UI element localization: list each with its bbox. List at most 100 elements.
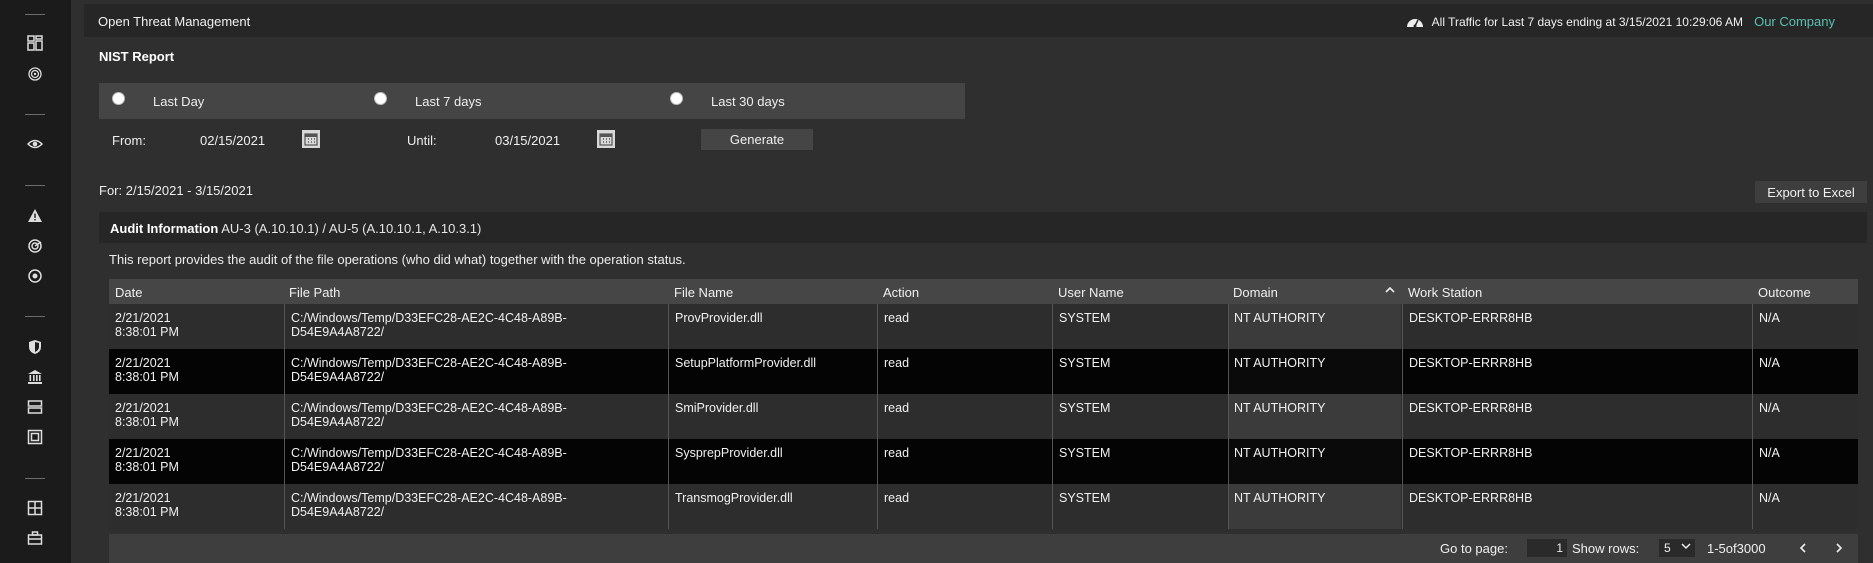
cell-date: 2/21/2021 8:38:01 PM	[115, 446, 179, 474]
radio-last-7-days[interactable]	[374, 92, 387, 105]
cell-date-line: 8:38:01 PM	[115, 460, 179, 474]
radio-button[interactable]	[670, 92, 683, 105]
cell-domain-line: NT AUTHORITY	[1234, 401, 1326, 415]
cell-outcome: N/A	[1759, 311, 1780, 325]
column-divider	[1752, 484, 1753, 529]
chevron-right-icon	[1836, 543, 1843, 553]
table-row[interactable]: 2/21/2021 8:38:01 PM C:/Windows/Temp/D33EF…	[109, 304, 1858, 349]
dashboard-icon[interactable]	[24, 32, 46, 54]
from-label: From:	[112, 133, 146, 148]
page-range-text: 1-5of3000	[1707, 541, 1766, 556]
report-icon[interactable]	[24, 426, 46, 448]
bank-icon[interactable]	[24, 366, 46, 388]
radio-button[interactable]	[112, 92, 125, 105]
cell-domain-line: NT AUTHORITY	[1234, 311, 1326, 325]
column-divider	[668, 304, 669, 349]
page-title: NIST Report	[99, 49, 175, 64]
cell-action: read	[884, 491, 909, 505]
cell-file-path: C:/Windows/Temp/D33EFC28-AE2C-4C48-A89B-…	[291, 491, 567, 519]
cell-date: 2/21/2021 8:38:01 PM	[115, 491, 179, 519]
cell-work-station: DESKTOP-ERRR8HB	[1409, 491, 1532, 505]
page-number-input[interactable]: 1	[1527, 539, 1567, 557]
previous-page-button[interactable]	[1795, 539, 1811, 557]
until-date-input[interactable]: 03/15/2021	[492, 129, 596, 151]
column-divider	[1752, 349, 1753, 394]
radar-icon[interactable]	[24, 235, 46, 257]
column-divider	[1402, 439, 1403, 484]
cell-work-station-line: DESKTOP-ERRR8HB	[1409, 401, 1533, 415]
column-header-domain[interactable]: Domain	[1233, 285, 1278, 300]
cell-file-path-line: C:/Windows/Temp/D33EFC28-AE2C-4C48-A89B-	[291, 356, 567, 370]
go-to-page-label: Go to page:	[1440, 541, 1508, 556]
fingerprint-icon[interactable]	[24, 63, 46, 85]
cell-outcome-line: N/A	[1759, 401, 1780, 415]
eye-icon[interactable]	[24, 133, 46, 155]
table-row[interactable]: 2/21/2021 8:38:01 PM C:/Windows/Temp/D33EF…	[109, 394, 1858, 439]
toolbox-icon[interactable]	[24, 527, 46, 549]
cell-user-name-line: SYSTEM	[1059, 446, 1111, 460]
cell-work-station-line: DESKTOP-ERRR8HB	[1409, 356, 1533, 370]
column-header-action[interactable]: Action	[883, 285, 919, 300]
cell-file-path-line: D54E9A4A8722/	[291, 325, 385, 339]
column-divider	[1052, 304, 1053, 349]
cell-user-name: SYSTEM	[1059, 356, 1110, 370]
cell-user-name: SYSTEM	[1059, 401, 1110, 415]
generate-button[interactable]: Generate	[701, 129, 813, 150]
calendar-icon[interactable]	[302, 130, 320, 148]
column-divider	[1402, 349, 1403, 394]
radio-label-last-day: Last Day	[153, 94, 205, 109]
cell-user-name-line: SYSTEM	[1059, 356, 1111, 370]
column-header-file-name[interactable]: File Name	[674, 285, 733, 300]
sort-ascending-icon[interactable]	[1385, 285, 1395, 295]
cell-file-path: C:/Windows/Temp/D33EFC28-AE2C-4C48-A89B-…	[291, 311, 567, 339]
grid-plus-icon[interactable]	[24, 497, 46, 519]
cell-action: read	[884, 356, 909, 370]
date-range-panel: Last Day Last 7 days Last 30 days	[99, 83, 965, 119]
radio-last-30-days[interactable]	[670, 92, 683, 105]
export-to-excel-button[interactable]: Export to Excel	[1755, 181, 1867, 203]
cell-date: 2/21/2021 8:38:01 PM	[115, 311, 179, 339]
column-divider	[1402, 394, 1403, 439]
column-header-outcome[interactable]: Outcome	[1758, 285, 1811, 300]
cell-file-path-line: D54E9A4A8722/	[291, 370, 385, 384]
table-row[interactable]: 2/21/2021 8:38:01 PM C:/Windows/Temp/D33EF…	[109, 439, 1858, 484]
column-header-work-station[interactable]: Work Station	[1408, 285, 1482, 300]
cell-user-name-line: SYSTEM	[1059, 491, 1111, 505]
table-row[interactable]: 2/21/2021 8:38:01 PM C:/Windows/Temp/D33EF…	[109, 349, 1858, 394]
column-header-date[interactable]: Date	[115, 285, 142, 300]
radio-button[interactable]	[374, 92, 387, 105]
table-row[interactable]: 2/21/2021 8:38:01 PM C:/Windows/Temp/D33EF…	[109, 484, 1858, 529]
alert-triangle-icon[interactable]	[24, 205, 46, 227]
radio-last-day[interactable]	[112, 92, 125, 105]
cell-file-path: C:/Windows/Temp/D33EFC28-AE2C-4C48-A89B-…	[291, 356, 567, 384]
column-divider	[1752, 304, 1753, 349]
cell-file-path-line: D54E9A4A8722/	[291, 460, 385, 474]
radio-label-last-7-days: Last 7 days	[415, 94, 482, 109]
column-header-user-name[interactable]: User Name	[1058, 285, 1124, 300]
chevron-down-icon	[1681, 543, 1691, 550]
top-bar: Open Threat Management All Traffic for L…	[84, 4, 1873, 37]
cell-outcome-line: N/A	[1759, 446, 1780, 460]
cell-user-name: SYSTEM	[1059, 446, 1110, 460]
next-page-button[interactable]	[1831, 539, 1847, 557]
cell-domain: NT AUTHORITY	[1234, 311, 1325, 325]
server-icon[interactable]	[24, 396, 46, 418]
cell-user-name-line: SYSTEM	[1059, 401, 1111, 415]
cell-outcome-line: N/A	[1759, 356, 1780, 370]
audit-section-header: Audit Information AU-3 (A.10.10.1) / AU-…	[99, 212, 1867, 243]
rows-per-page-select[interactable]: 5	[1659, 539, 1695, 557]
target-icon[interactable]	[24, 265, 46, 287]
cell-date-line: 8:38:01 PM	[115, 325, 179, 339]
company-link[interactable]: Our Company	[1754, 14, 1835, 29]
shield-icon[interactable]	[24, 336, 46, 358]
cell-file-name-line: SysprepProvider.dll	[675, 446, 783, 460]
column-divider	[1752, 439, 1753, 484]
column-header-file-path[interactable]: File Path	[289, 285, 340, 300]
calendar-icon[interactable]	[597, 130, 615, 148]
cell-domain: NT AUTHORITY	[1234, 401, 1325, 415]
sidebar-divider	[25, 478, 45, 479]
cell-file-path: C:/Windows/Temp/D33EFC28-AE2C-4C48-A89B-…	[291, 446, 567, 474]
cell-outcome: N/A	[1759, 491, 1780, 505]
cell-file-path-line: C:/Windows/Temp/D33EFC28-AE2C-4C48-A89B-	[291, 311, 567, 325]
from-date-input[interactable]: 02/15/2021	[197, 129, 301, 151]
